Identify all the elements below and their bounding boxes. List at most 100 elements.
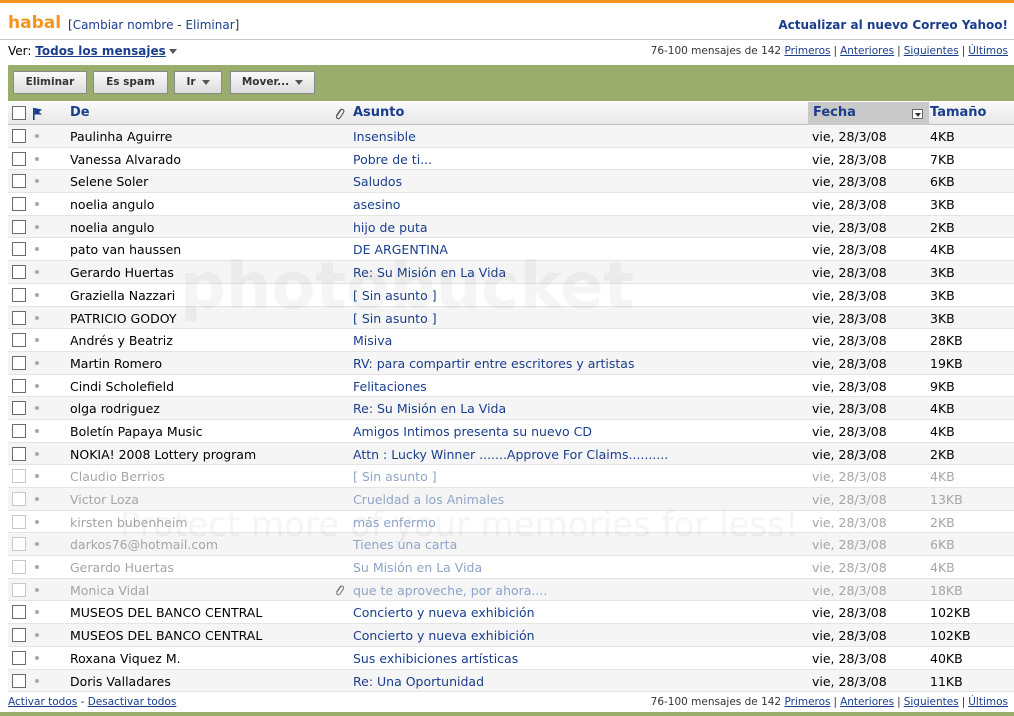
sort-dropdown-icon[interactable] — [912, 109, 923, 119]
table-row[interactable]: darkos76@hotmail.com Tienes una carta vie,… — [8, 533, 1014, 557]
row-checkbox[interactable] — [12, 605, 26, 620]
message-sender[interactable]: pato van haussen — [70, 242, 181, 257]
message-subject[interactable]: Amigos Intimos presenta su nuevo CD — [353, 424, 592, 439]
delete-folder-link[interactable]: Eliminar — [185, 18, 234, 32]
table-row[interactable]: Cindi Scholefield Felitaciones vie, 28/3/0… — [8, 375, 1014, 398]
table-row[interactable]: pato van haussen DE ARGENTINA vie, 28/3/08… — [8, 238, 1014, 262]
row-checkbox[interactable] — [12, 355, 26, 370]
message-subject[interactable]: que te aproveche, por ahora.... — [353, 583, 547, 598]
message-sender[interactable]: Vanessa Alvarado — [70, 152, 181, 167]
last-page-link[interactable]: Últimos — [968, 696, 1008, 708]
message-subject[interactable]: [ Sin asunto ] — [353, 469, 437, 484]
go-button[interactable]: Ir — [174, 71, 222, 94]
table-row[interactable]: Vanessa Alvarado Pobre de ti... vie, 28/3/… — [8, 148, 1014, 171]
table-row[interactable]: Roxana Viquez M. Sus exhibiciones artísti… — [8, 647, 1014, 670]
row-checkbox[interactable] — [12, 151, 26, 166]
table-row[interactable]: Claudio Berrios [ Sin asunto ] vie, 28/3/0… — [8, 465, 1014, 488]
column-date[interactable]: Fecha — [813, 105, 856, 120]
message-subject[interactable]: Saludos — [353, 174, 402, 189]
row-checkbox[interactable] — [12, 628, 26, 643]
view-select[interactable]: Todos los mensajes — [35, 44, 166, 58]
row-checkbox[interactable] — [12, 129, 26, 143]
message-subject[interactable]: Re: Su Misión en La Vida — [353, 401, 506, 416]
table-row[interactable]: Boletín Papaya Music Amigos Intimos prese… — [8, 420, 1014, 443]
table-row[interactable]: Paulinha Aguirre Insensible vie, 28/3/08 4K… — [8, 125, 1014, 148]
table-row[interactable]: MUSEOS DEL BANCO CENTRAL Concierto y nuev… — [8, 601, 1014, 625]
table-row[interactable]: Graziella Nazzari [ Sin asunto ] vie, 28/3… — [8, 284, 1014, 307]
column-from[interactable]: De — [70, 105, 90, 120]
message-subject[interactable]: Sus exhibiciones artísticas — [353, 651, 518, 666]
rename-folder-link[interactable]: Cambiar nombre — [73, 18, 174, 32]
table-row[interactable]: Gerardo Huertas Su Misión en La Vida vie, … — [8, 556, 1014, 579]
row-checkbox[interactable] — [12, 333, 26, 348]
table-row[interactable]: NOKIA! 2008 Lottery program Attn : Lucky … — [8, 442, 1014, 466]
spam-button[interactable]: Es spam — [93, 71, 168, 94]
message-sender[interactable]: Graziella Nazzari — [70, 288, 175, 303]
column-size[interactable]: Tamaño — [930, 105, 986, 120]
row-checkbox[interactable] — [12, 287, 26, 302]
message-sender[interactable]: kirsten bubenheim — [70, 515, 188, 530]
row-checkbox[interactable] — [12, 242, 26, 257]
table-row[interactable]: noelia angulo asesino vie, 28/3/08 3KB — [8, 193, 1014, 216]
message-subject[interactable]: Crueldad a los Animales — [353, 492, 504, 507]
row-checkbox[interactable] — [12, 492, 26, 506]
first-page-link[interactable]: Primeros — [784, 696, 830, 708]
message-subject[interactable]: DE ARGENTINA — [353, 242, 448, 257]
table-row[interactable]: Monica Vidal que te aproveche, por ahora.… — [8, 578, 1014, 602]
row-checkbox[interactable] — [12, 560, 26, 575]
row-checkbox[interactable] — [12, 514, 26, 529]
message-sender[interactable]: Andrés y Beatriz — [70, 333, 173, 348]
paperclip-icon[interactable] — [334, 106, 345, 121]
row-checkbox[interactable] — [12, 310, 26, 325]
row-checkbox[interactable] — [12, 446, 26, 461]
table-row[interactable]: Victor Loza Crueldad a los Animales vie, 2… — [8, 488, 1014, 511]
row-checkbox[interactable] — [12, 650, 26, 665]
message-sender[interactable]: PATRICIO GODOY — [70, 311, 177, 326]
row-checkbox[interactable] — [12, 582, 26, 597]
message-subject[interactable]: Pobre de ti... — [353, 152, 432, 167]
row-checkbox[interactable] — [12, 265, 26, 280]
table-row[interactable]: noelia angulo hijo de puta vie, 28/3/08 2KB — [8, 215, 1014, 239]
message-subject[interactable]: RV: para compartir entre escritores y ar… — [353, 356, 634, 371]
message-sender[interactable]: Gerardo Huertas — [70, 560, 174, 575]
first-page-link[interactable]: Primeros — [784, 45, 830, 57]
message-subject[interactable]: [ Sin asunto ] — [353, 288, 437, 303]
prev-page-link[interactable]: Anteriores — [840, 696, 894, 708]
message-subject[interactable]: Felitaciones — [353, 379, 427, 394]
message-subject[interactable]: más enfermo — [353, 515, 436, 530]
message-sender[interactable]: darkos76@hotmail.com — [70, 537, 218, 552]
deselect-all-link[interactable]: Desactivar todos — [88, 696, 177, 708]
flag-icon[interactable] — [32, 107, 44, 121]
table-row[interactable]: Andrés y Beatriz Misiva vie, 28/3/08 28KB — [8, 329, 1014, 352]
message-subject[interactable]: Re: Su Misión en La Vida — [353, 265, 506, 280]
message-sender[interactable]: Roxana Viquez M. — [70, 651, 181, 666]
message-subject[interactable]: hijo de puta — [353, 220, 428, 235]
message-subject[interactable]: Attn : Lucky Winner .......Approve For C… — [353, 447, 668, 462]
table-row[interactable]: Selene Soler Saludos vie, 28/3/08 6KB — [8, 170, 1014, 194]
chevron-down-icon[interactable] — [168, 49, 177, 54]
message-sender[interactable]: Boletín Papaya Music — [70, 424, 202, 439]
message-subject[interactable]: Concierto y nueva exhibición — [353, 628, 535, 643]
message-sender[interactable]: noelia angulo — [70, 220, 154, 235]
message-sender[interactable]: olga rodriguez — [70, 401, 160, 416]
message-sender[interactable]: Selene Soler — [70, 174, 148, 189]
delete-button[interactable]: Eliminar — [13, 71, 87, 94]
message-subject[interactable]: [ Sin asunto ] — [353, 311, 437, 326]
row-checkbox[interactable] — [12, 537, 26, 552]
row-checkbox[interactable] — [12, 378, 26, 393]
message-subject[interactable]: Re: Una Oportunidad — [353, 674, 484, 689]
table-row[interactable]: Martin Romero RV: para compartir entre es… — [8, 351, 1014, 375]
prev-page-link[interactable]: Anteriores — [840, 45, 894, 57]
message-subject[interactable]: Concierto y nueva exhibición — [353, 605, 535, 620]
next-page-link[interactable]: Siguientes — [904, 45, 959, 57]
column-subject[interactable]: Asunto — [353, 105, 404, 120]
table-row[interactable]: kirsten bubenheim más enfermo vie, 28/3/08… — [8, 511, 1014, 534]
message-subject[interactable]: Tienes una carta — [353, 537, 457, 552]
select-all-checkbox[interactable] — [12, 106, 26, 120]
message-sender[interactable]: Cindi Scholefield — [70, 379, 174, 394]
message-sender[interactable]: MUSEOS DEL BANCO CENTRAL — [70, 605, 262, 620]
table-row[interactable]: MUSEOS DEL BANCO CENTRAL Concierto y nuev… — [8, 624, 1014, 647]
table-row[interactable]: Doris Valladares Re: Una Oportunidad vie, … — [8, 669, 1014, 693]
row-checkbox[interactable] — [12, 219, 26, 234]
message-sender[interactable]: MUSEOS DEL BANCO CENTRAL — [70, 628, 262, 643]
